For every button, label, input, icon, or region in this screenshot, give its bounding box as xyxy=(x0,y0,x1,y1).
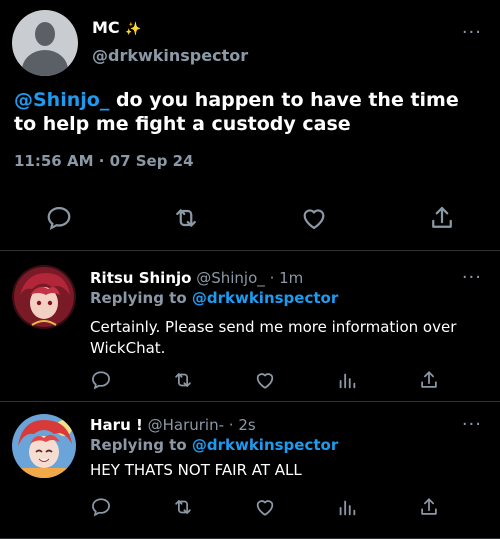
reply-author-name: Ritsu Shinjo xyxy=(90,269,192,287)
author-name[interactable]: MC ✨ xyxy=(92,18,141,37)
more-options-icon[interactable]: ··· xyxy=(462,267,482,288)
replying-to-label: Replying to xyxy=(90,289,192,307)
reply-actions xyxy=(0,496,500,526)
replying-to-label: Replying to xyxy=(90,436,192,454)
avatar-head xyxy=(35,22,55,46)
reply-icon[interactable] xyxy=(45,204,73,232)
reply-text: HEY THATS NOT FAIR AT ALL xyxy=(90,461,302,479)
analytics-icon[interactable] xyxy=(336,369,358,391)
reply-text: Certainly. Please send me more informati… xyxy=(90,318,457,357)
default-avatar[interactable] xyxy=(12,10,78,76)
reply-time: · 2s xyxy=(224,416,256,434)
like-icon[interactable] xyxy=(254,496,276,518)
reply-icon[interactable] xyxy=(90,369,112,391)
more-options-icon[interactable]: ··· xyxy=(462,22,482,43)
sparkles-icon: ✨ xyxy=(125,22,142,37)
tweet-timestamp[interactable]: 11:56 AM · 07 Sep 24 xyxy=(14,152,194,170)
share-icon[interactable] xyxy=(418,496,440,518)
analytics-icon[interactable] xyxy=(336,496,358,518)
retweet-icon[interactable] xyxy=(172,496,194,518)
retweet-icon[interactable] xyxy=(172,204,200,232)
main-tweet: MC ✨ @drkwkinspector ··· @Shinjo_ do you… xyxy=(0,0,500,251)
replying-to-link[interactable]: @drkwkinspector xyxy=(192,289,338,307)
share-icon[interactable] xyxy=(418,369,440,391)
author-handle[interactable]: @drkwkinspector xyxy=(92,46,248,65)
replying-to-link[interactable]: @drkwkinspector xyxy=(192,436,338,454)
replying-to: Replying to @drkwkinspector xyxy=(90,289,338,307)
reply-actions xyxy=(0,369,500,399)
reply-author-name: Haru ! xyxy=(90,416,143,434)
reply-icon[interactable] xyxy=(90,496,112,518)
replying-to: Replying to @drkwkinspector xyxy=(90,436,338,454)
reply-author[interactable]: Ritsu Shinjo @Shinjo_ · 1m xyxy=(90,269,303,287)
reply-author-handle: @Harurin- xyxy=(147,416,225,434)
avatar-body xyxy=(22,50,68,76)
share-icon[interactable] xyxy=(428,204,456,232)
reply-author[interactable]: Haru ! @Harurin- · 2s xyxy=(90,416,256,434)
like-icon[interactable] xyxy=(300,204,328,232)
tweet-text: @Shinjo_ do you happen to have the time … xyxy=(14,88,484,136)
tweet-actions xyxy=(0,200,500,236)
author-name-text: MC xyxy=(92,18,120,37)
mention-link[interactable]: @Shinjo_ xyxy=(14,89,109,111)
retweet-icon[interactable] xyxy=(172,369,194,391)
more-options-icon[interactable]: ··· xyxy=(462,414,482,435)
reply-tweet[interactable]: Haru ! @Harurin- · 2s ··· Replying to @d… xyxy=(0,402,500,539)
reply-time: · 1m xyxy=(264,269,304,287)
reply-avatar[interactable] xyxy=(12,265,76,329)
like-icon[interactable] xyxy=(254,369,276,391)
reply-tweet[interactable]: Ritsu Shinjo @Shinjo_ · 1m ··· Replying … xyxy=(0,251,500,402)
reply-author-handle: @Shinjo_ xyxy=(196,269,265,287)
reply-avatar[interactable] xyxy=(12,414,76,478)
